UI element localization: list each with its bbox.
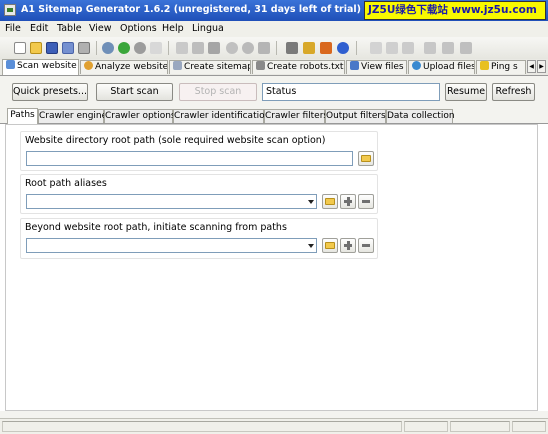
chevron-down-icon: [308, 244, 314, 248]
toolbar: [0, 37, 548, 60]
back-icon[interactable]: [102, 42, 114, 54]
tab-ping[interactable]: Ping s: [476, 60, 526, 74]
tab-crawler-filters[interactable]: Crawler filters: [264, 109, 328, 123]
resume-button[interactable]: Resume: [445, 83, 487, 101]
align-right-icon[interactable]: [442, 42, 454, 54]
tab-upload-files[interactable]: Upload files: [408, 60, 475, 74]
undo-icon[interactable]: [226, 42, 238, 54]
minus-icon: [359, 239, 373, 252]
tab-crawler-engine[interactable]: Crawler engine: [38, 109, 107, 123]
tab-create-robots[interactable]: Create robots.txt: [252, 60, 345, 74]
tab-scroll-right-icon[interactable]: ▶: [537, 60, 546, 73]
menu-view[interactable]: View: [89, 23, 112, 34]
beyond-root-combo[interactable]: [26, 238, 317, 253]
menu-lingua[interactable]: Lingua: [192, 23, 224, 34]
app-icon: [4, 4, 16, 16]
root-path-aliases-label: Root path aliases: [25, 178, 107, 189]
watermark-banner: JZ5U绿色下载站 www.jz5u.com: [364, 1, 546, 20]
root-path-label: Website directory root path (sole requir…: [25, 135, 326, 146]
menu-bar: File Edit Table View Options Help Lingua: [0, 21, 548, 37]
folder-icon: [325, 242, 335, 249]
minus-icon: [359, 195, 373, 208]
menu-help[interactable]: Help: [162, 23, 184, 34]
menu-options[interactable]: Options: [120, 23, 157, 34]
cut-icon[interactable]: [176, 42, 188, 54]
view-icon: [350, 61, 359, 70]
home-icon[interactable]: [320, 42, 332, 54]
tab-scan-website[interactable]: Scan website: [2, 59, 79, 75]
window-title: A1 Sitemap Generator 1.6.2 (unregistered…: [21, 4, 404, 15]
refresh-button[interactable]: Refresh: [492, 83, 535, 101]
status-cell-4: [512, 421, 546, 432]
folder-icon: [361, 155, 371, 162]
tab-paths[interactable]: Paths: [7, 108, 38, 124]
tab-data-collection[interactable]: Data collection: [386, 109, 455, 123]
tab-analyze-website[interactable]: Analyze website: [80, 60, 168, 74]
save-as-icon[interactable]: [62, 42, 74, 54]
start-scan-button[interactable]: Start scan: [96, 83, 173, 101]
copy-icon[interactable]: [192, 42, 204, 54]
stop-scan-button: Stop scan: [179, 83, 257, 101]
align-split-icon[interactable]: [424, 42, 436, 54]
tab-scroll-left-icon[interactable]: ◀: [527, 60, 536, 73]
tab-create-sitemap[interactable]: Create sitemap: [169, 60, 251, 74]
chevron-down-icon: [308, 200, 314, 204]
align-center-icon[interactable]: [402, 42, 414, 54]
save-icon[interactable]: [46, 42, 58, 54]
align-tree-icon[interactable]: [386, 42, 398, 54]
quick-presets-button[interactable]: Quick presets...: [12, 83, 88, 101]
status-bar: [0, 418, 548, 434]
tab-crawler-identification[interactable]: Crawler identification: [173, 109, 270, 123]
browse-root-path-button[interactable]: [358, 151, 374, 166]
help-icon[interactable]: [337, 42, 349, 54]
sitemap-icon: [173, 61, 182, 70]
text-icon[interactable]: [150, 42, 162, 54]
sub-tab-strip: Paths Crawler engine Crawler options Cra…: [0, 107, 548, 124]
beyond-root-label: Beyond website root path, initiate scann…: [25, 222, 287, 233]
upload-icon: [412, 61, 421, 70]
folder-icon: [325, 198, 335, 205]
beyond-root-group: Beyond website root path, initiate scann…: [20, 218, 378, 259]
print-icon[interactable]: [78, 42, 90, 54]
root-path-group: Website directory root path (sole requir…: [20, 131, 378, 171]
tab-output-filters[interactable]: Output filters: [325, 109, 386, 123]
panel-footer: [0, 411, 548, 418]
add-alias-button[interactable]: [340, 194, 356, 209]
browse-aliases-button[interactable]: [322, 194, 338, 209]
root-path-aliases-combo[interactable]: [26, 194, 317, 209]
replace-icon[interactable]: [258, 42, 270, 54]
menu-file[interactable]: File: [5, 23, 21, 34]
plus-icon: [341, 239, 355, 252]
align-tree-right-icon[interactable]: [460, 42, 472, 54]
tab-view-files[interactable]: View files: [346, 60, 407, 74]
browse-beyond-button[interactable]: [322, 238, 338, 253]
status-cell-2: [404, 421, 448, 432]
open-folder-icon[interactable]: [30, 42, 42, 54]
remove-beyond-path-button[interactable]: [358, 238, 374, 253]
menu-edit[interactable]: Edit: [30, 23, 48, 34]
status-field: Status: [262, 83, 440, 101]
status-cell-3: [450, 421, 510, 432]
tab-crawler-options[interactable]: Crawler options: [104, 109, 176, 123]
key-icon[interactable]: [303, 42, 315, 54]
main-tab-strip: Scan website Analyze website Create site…: [0, 59, 548, 76]
scan-icon: [6, 60, 15, 69]
filter-icon: [256, 61, 265, 70]
root-path-input[interactable]: [26, 151, 353, 166]
align-left-icon[interactable]: [370, 42, 382, 54]
new-file-icon[interactable]: [14, 42, 26, 54]
menu-table[interactable]: Table: [57, 23, 82, 34]
search-icon[interactable]: [242, 42, 254, 54]
status-cell-main: [2, 421, 402, 432]
forward-icon[interactable]: [118, 42, 130, 54]
ping-icon: [480, 61, 489, 70]
add-beyond-path-button[interactable]: [340, 238, 356, 253]
plus-icon: [341, 195, 355, 208]
pie-icon: [84, 61, 93, 70]
refresh-icon[interactable]: [134, 42, 146, 54]
remove-alias-button[interactable]: [358, 194, 374, 209]
cart-icon[interactable]: [286, 42, 298, 54]
root-path-aliases-group: Root path aliases: [20, 174, 378, 214]
paste-icon[interactable]: [208, 42, 220, 54]
